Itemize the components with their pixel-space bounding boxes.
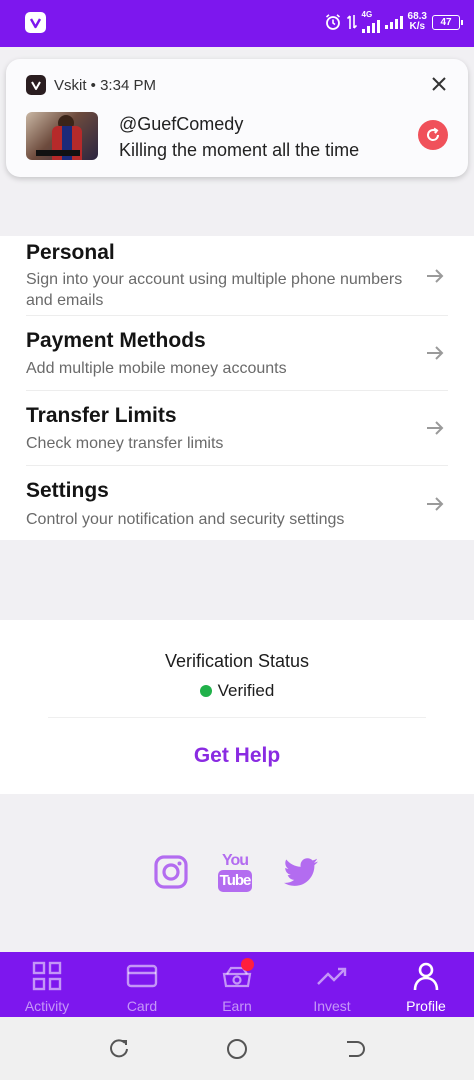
vskit-app-icon (26, 75, 46, 95)
menu-item-settings[interactable]: Settings Control your notification and s… (0, 466, 474, 540)
signal-icon-2 (384, 15, 403, 29)
youtube-text-top: You (222, 852, 249, 869)
network-speed: 68.3 K/s (407, 11, 427, 32)
menu-item-description: Add multiple mobile money accounts (26, 360, 287, 377)
social-links: You Tube (0, 850, 474, 900)
nav-item-earn[interactable]: Earn (190, 952, 284, 1017)
notification-body: Killing the moment all the time (119, 140, 360, 160)
status-dot-icon (199, 685, 212, 697)
trend-up-icon (317, 967, 347, 985)
divider (48, 717, 426, 718)
signal-icon (361, 19, 380, 33)
notification-badge (241, 958, 254, 971)
menu-item-description: Control your notification and security s… (26, 511, 345, 528)
menu-item-title: Settings (26, 479, 109, 502)
get-help-button[interactable]: Get Help (0, 744, 474, 768)
refresh-icon[interactable] (418, 120, 448, 150)
push-notification[interactable]: Vskit • 3:34 PM @GuefComedy Killing the … (6, 59, 468, 177)
youtube-text-bottom: Tube (218, 870, 252, 892)
card-icon (126, 964, 158, 988)
arrow-right-icon (427, 497, 444, 511)
notification-header: Vskit • 3:34 PM (54, 77, 156, 94)
verification-section: Verification Status Verified Get Help (0, 620, 474, 794)
verification-status: Verified (0, 681, 474, 701)
arrow-right-icon (427, 269, 444, 283)
notification-thumbnail (26, 112, 98, 160)
verification-status-text: Verified (217, 681, 275, 700)
alarm-icon (325, 14, 340, 30)
grid-icon (32, 961, 62, 991)
nav-item-profile[interactable]: Profile (379, 952, 473, 1017)
menu-item-title: Transfer Limits (26, 404, 177, 427)
menu-item-title: Payment Methods (26, 329, 206, 352)
arrow-right-icon (427, 421, 444, 435)
status-bar: 4G 68.3 K/s 47 (0, 0, 474, 47)
battery-icon: 47 (432, 14, 463, 30)
verification-label: Verification Status (164, 651, 310, 671)
recent-apps-icon[interactable] (107, 1037, 131, 1061)
menu-item-personal[interactable]: Personal Sign into your account using mu… (0, 236, 474, 316)
arrow-right-icon (427, 346, 444, 360)
network-type: 4G (361, 10, 373, 19)
notification-title: @GuefComedy (119, 114, 244, 134)
data-transfer-icon (346, 15, 357, 29)
menu-item-title: Personal (26, 241, 115, 264)
back-icon[interactable] (343, 1037, 367, 1061)
nav-label: Activity (24, 998, 70, 1014)
menu-item-payment-methods[interactable]: Payment Methods Add multiple mobile mone… (0, 316, 474, 391)
nav-label: Earn (222, 998, 252, 1014)
nav-item-card[interactable]: Card (95, 952, 189, 1017)
bottom-navigation: Activity Card Earn Invest Profile (0, 952, 474, 1017)
person-icon (413, 962, 439, 991)
menu-item-description: Sign into your account using multiple ph… (26, 271, 403, 309)
menu-item-transfer-limits[interactable]: Transfer Limits Check money transfer lim… (0, 391, 474, 466)
instagram-icon[interactable] (153, 854, 189, 890)
nav-label: Card (126, 998, 158, 1014)
nav-item-invest[interactable]: Invest (285, 952, 379, 1017)
close-icon[interactable] (426, 71, 452, 97)
nav-item-activity[interactable]: Activity (0, 952, 94, 1017)
vskit-logo-icon (25, 12, 46, 33)
menu-item-description: Check money transfer limits (26, 435, 224, 452)
twitter-icon[interactable] (284, 858, 320, 888)
profile-menu: Personal Sign into your account using mu… (0, 236, 474, 540)
youtube-icon[interactable]: You Tube (218, 852, 254, 892)
nav-label: Invest (313, 998, 351, 1014)
system-navigation-bar (0, 1017, 474, 1080)
home-icon[interactable] (225, 1037, 249, 1061)
nav-label: Profile (406, 998, 446, 1014)
